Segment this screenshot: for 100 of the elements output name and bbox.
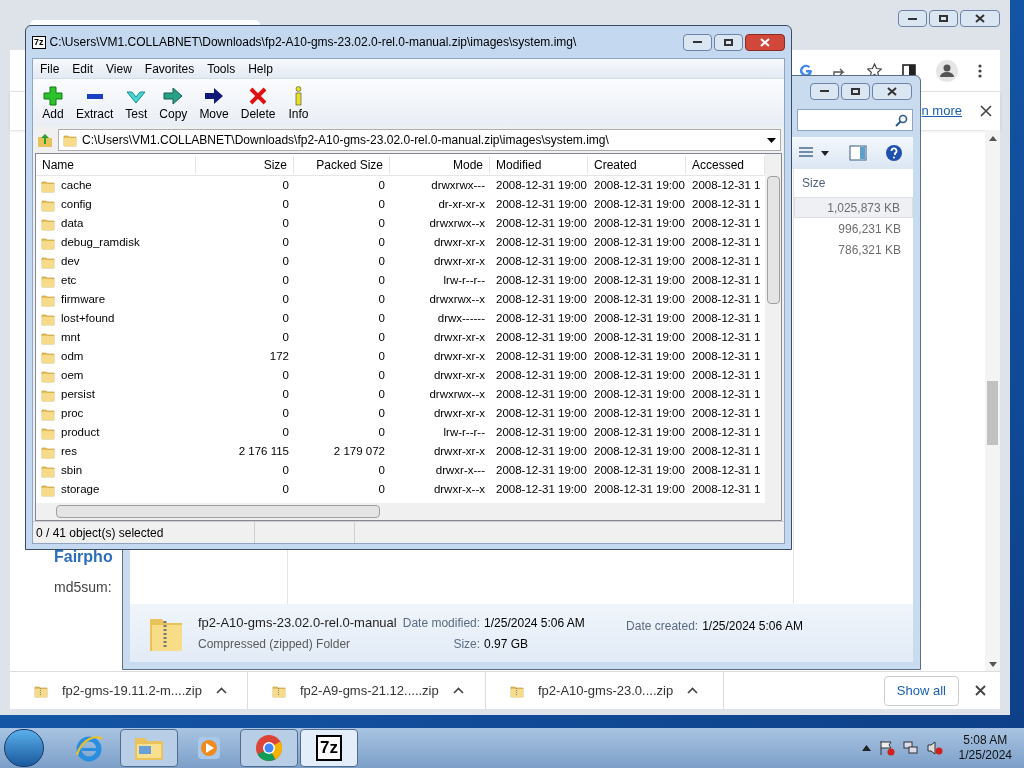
column-header[interactable]: Modified xyxy=(490,155,588,174)
table-cell-text: 0 xyxy=(281,196,290,212)
column-header[interactable]: Name xyxy=(36,155,196,174)
table-cell-text: 0 xyxy=(281,367,290,383)
menu-item[interactable]: Edit xyxy=(67,59,99,78)
menu-item[interactable]: Help xyxy=(243,59,278,78)
file-size[interactable]: 786,321 KB xyxy=(794,239,913,260)
column-header[interactable]: Packed Size xyxy=(294,155,390,174)
download-item[interactable]: fp2-A9-gms-21.12.....zip xyxy=(248,672,486,709)
column-header[interactable]: Mode xyxy=(390,155,490,174)
chevron-up-icon[interactable] xyxy=(861,745,871,751)
view-list-icon xyxy=(799,147,831,159)
menu-icon xyxy=(978,63,982,78)
download-item[interactable]: fp2-A10-gms-23.0....zip xyxy=(486,672,724,709)
table-cell-text: 2008-12-31 1 xyxy=(691,329,762,345)
file-name: mnt xyxy=(61,329,81,345)
taskbar-button[interactable] xyxy=(240,729,298,767)
download-item[interactable]: fp2-gms-19.11.2-m....zip xyxy=(10,672,248,709)
folder-icon xyxy=(41,463,55,478)
close-button[interactable] xyxy=(745,33,785,51)
address-field[interactable]: C:\Users\VM1.COLLABNET\Downloads\fp2-A10-gms-23.02.0-rel.0-manual.zip\images\system.img\ xyxy=(58,129,781,151)
table-cell-text: 2008-12-31 19:00 xyxy=(495,329,588,345)
vertical-scrollbar[interactable] xyxy=(765,154,781,503)
menu-item[interactable]: View xyxy=(101,59,137,78)
minimize-button[interactable] xyxy=(683,33,712,51)
table-cell-text: drwxr-xr-x xyxy=(432,348,486,364)
file-name: res xyxy=(61,443,77,459)
table-cell-text: 2008-12-31 19:00 xyxy=(593,234,686,250)
table-cell-text: 2008-12-31 1 xyxy=(691,196,762,212)
file-size[interactable]: 1,025,873 KB xyxy=(794,197,913,218)
column-header[interactable]: Created xyxy=(588,155,686,174)
file-name: debug_ramdisk xyxy=(61,234,140,250)
menu-item[interactable]: File xyxy=(35,59,65,78)
app-logo: 7z xyxy=(32,35,46,49)
toolbar-button[interactable]: Delete xyxy=(235,85,281,121)
toolbar-button[interactable]: Info xyxy=(282,85,315,121)
close-icon xyxy=(760,37,770,47)
column-header[interactable]: Size xyxy=(794,169,913,197)
table-cell-text: 2008-12-31 1 xyxy=(691,367,762,383)
file-name: config xyxy=(61,196,92,212)
table-cell-text: 2008-12-31 19:00 xyxy=(495,405,588,421)
search-icon xyxy=(895,113,908,127)
toolbar-button[interactable]: Move xyxy=(194,85,234,121)
horizontal-scrollbar[interactable] xyxy=(36,503,781,520)
table-cell-text: 2008-12-31 19:00 xyxy=(593,272,686,288)
file-name: data xyxy=(61,215,84,231)
minimize-button[interactable] xyxy=(810,82,839,100)
toolbar-button[interactable]: Test xyxy=(120,85,153,121)
close-button[interactable] xyxy=(872,82,912,100)
close-icon[interactable] xyxy=(980,105,992,117)
toolbar-button[interactable]: Add xyxy=(37,85,69,121)
folder-icon xyxy=(41,349,55,364)
column-header[interactable]: Size xyxy=(196,155,294,174)
file-name: persist xyxy=(61,386,95,402)
file-size[interactable]: 996,231 KB xyxy=(794,218,913,239)
scrollbar-thumb[interactable] xyxy=(766,176,780,304)
folder-icon xyxy=(41,216,55,231)
taskbar-button[interactable]: 7z xyxy=(300,729,358,767)
table-cell-text: dr-xr-xr-x xyxy=(437,196,486,212)
table-cell-text: 0 xyxy=(377,177,386,193)
table-cell-text: 0 xyxy=(281,215,290,231)
learn-more-link[interactable]: n more xyxy=(921,101,962,121)
table-cell-text: 2008-12-31 1 xyxy=(691,386,762,402)
menu-item[interactable]: Tools xyxy=(202,59,241,78)
file-type: Compressed (zipped) Folder xyxy=(198,636,352,654)
search-field[interactable] xyxy=(797,109,913,131)
maximize-button[interactable] xyxy=(929,10,958,27)
table-cell-text: 2008-12-31 19:00 xyxy=(593,215,686,231)
scrollbar-thumb[interactable] xyxy=(987,381,998,445)
file-name: firmware xyxy=(61,291,106,307)
minimize-button[interactable] xyxy=(898,10,927,27)
table-cell-text: 2008-12-31 19:00 xyxy=(495,348,588,364)
taskbar-button[interactable] xyxy=(120,729,178,767)
scrollbar-thumb[interactable] xyxy=(56,505,380,518)
network-icon[interactable] xyxy=(902,740,919,756)
table-cell-text: 0 xyxy=(281,234,290,250)
vertical-scrollbar[interactable] xyxy=(985,130,1000,671)
table-cell-text: 0 xyxy=(281,291,290,307)
close-button[interactable] xyxy=(960,10,1000,27)
maximize-button[interactable] xyxy=(714,33,743,51)
table-cell-text: 2008-12-31 19:00 xyxy=(495,386,588,402)
table-cell-text: 0 xyxy=(377,424,386,440)
table-cell-text: 2008-12-31 19:00 xyxy=(593,424,686,440)
close-icon[interactable] xyxy=(975,685,986,696)
scroll-down-icon[interactable] xyxy=(988,662,997,667)
zip-folder-icon xyxy=(510,683,524,698)
table-cell-text: drwxr-xr-x xyxy=(432,405,486,421)
flag-icon[interactable] xyxy=(878,740,895,756)
start-button[interactable] xyxy=(4,729,44,767)
show-all-button[interactable]: Show all xyxy=(883,675,959,706)
table-cell-text: 2008-12-31 19:00 xyxy=(593,462,686,478)
toolbar-button[interactable]: Copy xyxy=(154,85,193,121)
speaker-icon[interactable] xyxy=(926,740,943,756)
scroll-up-icon[interactable] xyxy=(988,136,997,141)
chevron-up-icon xyxy=(452,687,464,694)
toolbar-button[interactable]: Extract xyxy=(71,85,119,121)
table-cell-text: 0 xyxy=(281,462,290,478)
maximize-button[interactable] xyxy=(841,82,870,100)
file-name: sbin xyxy=(61,462,83,478)
menu-item[interactable]: Favorites xyxy=(139,59,200,78)
